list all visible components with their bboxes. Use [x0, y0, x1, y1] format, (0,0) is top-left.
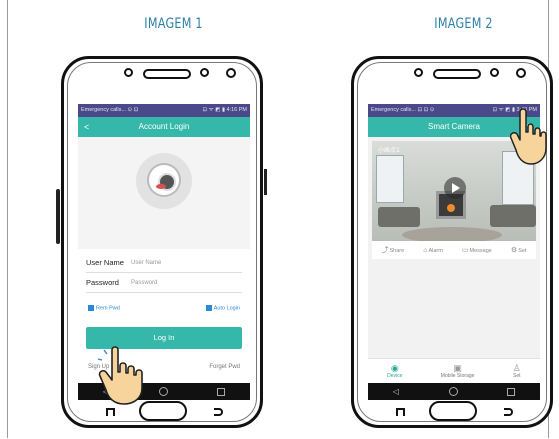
sensor-dot	[200, 68, 209, 77]
hw-recent-button	[396, 408, 405, 416]
status-bar: Emergency calls... ⊙ ⊡ ⊡ ᯤ ◩ ▮ 4:16 PM	[78, 104, 250, 117]
password-field[interactable]: Password	[131, 280, 157, 286]
username-row[interactable]: User Name User Name	[86, 253, 242, 273]
nav-recent-icon[interactable]	[507, 387, 516, 396]
tab-mobile-storage[interactable]: ▣ Mobile Storage	[441, 363, 475, 379]
hw-back-button	[214, 408, 223, 416]
nav-home-icon[interactable]	[448, 387, 458, 396]
nav-back-icon[interactable]: ◁	[393, 387, 399, 396]
set-icon: ⚙	[510, 247, 518, 254]
nav-home-icon[interactable]	[158, 387, 168, 396]
android-nav-bar: ◁	[368, 383, 540, 400]
set-action[interactable]: ⚙Set	[511, 246, 527, 254]
appbar-title: Account Login	[138, 122, 190, 131]
device-icon: ◉	[390, 363, 399, 373]
username-field[interactable]: User Name	[131, 260, 161, 266]
avatar-area	[78, 137, 250, 249]
pointing-hand-icon	[98, 346, 143, 405]
speaker-grill	[433, 69, 481, 79]
panel-title-2: IMAGEM 2	[434, 16, 493, 32]
tab-device[interactable]: ◉ Device	[387, 363, 402, 379]
message-icon: ▭	[461, 247, 469, 254]
avatar	[136, 153, 192, 209]
password-label: Password	[86, 278, 119, 287]
camera-name: 小画点1	[378, 147, 400, 154]
camera-dot	[124, 68, 133, 77]
password-row[interactable]: Password Password	[86, 273, 242, 293]
pointing-hand-icon	[510, 108, 547, 165]
panel-title-1: IMAGEM 1	[144, 16, 203, 32]
camera-actions: ⤴Share ⌂Alarm ▭Message ⚙Set	[372, 241, 536, 259]
home-button	[429, 401, 477, 421]
tab-set[interactable]: ♙ Set	[513, 363, 521, 379]
checkbox-icon	[88, 305, 94, 311]
alarm-action[interactable]: ⌂Alarm	[423, 247, 443, 254]
play-icon[interactable]	[444, 177, 466, 199]
phone-1: Emergency calls... ⊙ ⊡ ⊡ ᯤ ◩ ▮ 4:16 PM <…	[56, 56, 267, 428]
auto-login-checkbox[interactable]: Auto Login	[205, 305, 240, 311]
front-camera	[226, 68, 236, 78]
appbar-title: Smart Camera	[427, 122, 480, 131]
share-action[interactable]: ⤴Share	[382, 245, 405, 255]
storage-icon: ▣	[453, 363, 462, 373]
hw-recent-button	[106, 408, 115, 416]
app-bar: < Account Login	[78, 117, 250, 137]
share-icon: ⤴	[381, 247, 389, 254]
bottom-tab-bar: ◉ Device ▣ Mobile Storage ♙ Set	[368, 358, 540, 383]
username-label: User Name	[86, 258, 124, 267]
volume-button	[56, 189, 60, 244]
back-icon[interactable]: <	[84, 117, 89, 137]
front-camera	[516, 68, 526, 78]
person-icon: ♙	[512, 363, 521, 373]
speaker-grill	[143, 69, 191, 79]
remember-checkbox[interactable]: Rem Pwd	[88, 305, 120, 311]
nav-recent-icon[interactable]	[217, 387, 226, 396]
login-options: Rem Pwd Auto Login	[88, 305, 240, 311]
camera-dot	[414, 68, 423, 77]
alarm-icon: ⌂	[423, 246, 428, 254]
message-action[interactable]: ▭Message	[462, 246, 492, 254]
power-button	[264, 169, 267, 195]
sensor-dot	[490, 68, 499, 77]
checkbox-icon	[205, 305, 212, 311]
forget-password-link[interactable]: Forget Pwd	[209, 364, 240, 370]
hw-back-button	[504, 408, 513, 416]
